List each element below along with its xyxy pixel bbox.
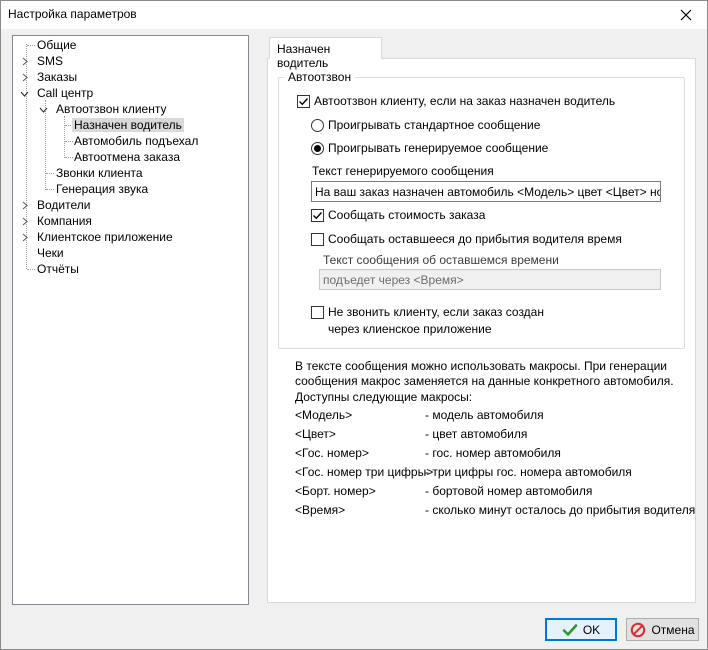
tree-item-driver-assigned[interactable]: Назначен водитель <box>72 117 184 133</box>
tree-item-autocall[interactable]: Автоотзвон клиенту <box>54 101 168 117</box>
generated-message-label: Текст генерируемого сообщения <box>312 164 494 178</box>
tab-label: Назначен водитель <box>277 42 331 70</box>
radio-label: Проигрывать стандартное сообщение <box>328 118 541 132</box>
cancel-button[interactable]: Отмена <box>626 618 699 641</box>
cancel-icon <box>630 622 646 638</box>
tree-item-label: Клиентское приложение <box>37 230 173 244</box>
ok-label: OK <box>582 622 601 637</box>
chevron-right-icon[interactable] <box>20 217 29 226</box>
chevron-right-icon[interactable] <box>20 73 29 82</box>
tree-item-orders[interactable]: Заказы <box>35 69 79 85</box>
tree-item-label: Заказы <box>37 70 78 84</box>
macro-name: <Модель> <box>295 408 353 422</box>
chevron-down-icon[interactable] <box>20 89 29 98</box>
chevron-right-icon[interactable] <box>20 233 29 242</box>
macro-name: <Гос. номер> <box>295 446 369 460</box>
settings-dialog: Настройка параметров Общие SMS Заказы Ca… <box>0 0 708 650</box>
autocall-checkbox[interactable]: Автоотзвон клиенту, если на заказ назнач… <box>297 94 615 108</box>
help-line: Доступны следующие макросы: <box>295 390 473 404</box>
radio-dot <box>314 144 321 152</box>
tree-item-label: Назначен водитель <box>72 118 184 132</box>
settings-tree[interactable]: Общие SMS Заказы Call центр Автоотзвон к… <box>12 35 249 605</box>
macro-desc: - бортовой номер автомобиля <box>425 484 593 498</box>
no-call-checkbox[interactable]: Не звонить клиенту, если заказ создан <box>311 305 544 319</box>
help-line: сообщения макрос заменяется на данные ко… <box>295 374 674 388</box>
macro-name: <Гос. номер три цифры> <box>295 465 434 479</box>
tree-item-label: Звонки клиента <box>56 166 143 180</box>
chevron-right-icon[interactable] <box>20 201 29 210</box>
tree-connector <box>46 189 54 190</box>
chevron-right-icon[interactable] <box>20 57 29 66</box>
macro-desc: - модель автомобиля <box>425 408 544 422</box>
radio-circle <box>311 141 324 155</box>
tree-item-car-arrived[interactable]: Автомобиль подъехал <box>72 133 200 149</box>
tree-item-label: Call центр <box>37 86 94 100</box>
tree-item-client-calls[interactable]: Звонки клиента <box>54 165 145 181</box>
checkbox-label: Сообщать стоимость заказа <box>328 208 486 222</box>
checkbox-label: Автоотзвон клиенту, если на заказ назнач… <box>314 94 616 108</box>
macro-name: <Время> <box>295 503 346 517</box>
macro-desc: - цвет автомобиля <box>425 427 528 441</box>
tree-connector <box>27 269 35 270</box>
tree-connector <box>27 45 35 46</box>
time-message-label: Текст сообщения об оставшемся времени <box>323 253 559 267</box>
tree-item-label: Отчёты <box>37 262 79 276</box>
checkbox-label: Не звонить клиенту, если заказ создан <box>328 305 544 319</box>
radio-circle <box>311 118 324 132</box>
checkbox-box <box>311 305 324 319</box>
generated-message-input[interactable]: На ваш заказ назначен автомобиль <Модель… <box>311 181 661 202</box>
checkmark-icon <box>562 622 578 638</box>
groupbox-title: Автоотзвон <box>284 70 356 84</box>
macro-desc: - сколько минут осталось до прибытия вод… <box>425 503 696 517</box>
tree-item-company[interactable]: Компания <box>35 213 94 229</box>
no-call-label-line2: через клиенское приложение <box>328 322 492 336</box>
report-time-checkbox[interactable]: Сообщать оставшееся до прибытия водителя… <box>311 232 622 246</box>
macro-desc: - три цифры гос. номера автомобиля <box>425 465 632 479</box>
tree-item-receipts[interactable]: Чеки <box>35 245 66 261</box>
ok-button[interactable]: OK <box>545 618 617 641</box>
tree-item-label: Водители <box>37 198 91 212</box>
checkbox-box <box>311 232 324 246</box>
tree-item-label: Чеки <box>37 246 64 260</box>
window-title: Настройка параметров <box>8 7 137 21</box>
tree-item-call-center[interactable]: Call центр <box>35 85 95 101</box>
time-message-input[interactable]: подъедет через <Время> <box>319 269 661 290</box>
checkbox-box <box>297 94 310 108</box>
tree-item-label: Автомобиль подъехал <box>74 134 199 148</box>
tree-connector <box>46 173 54 174</box>
radio-label: Проигрывать генерируемое сообщение <box>328 141 549 155</box>
tab-driver-assigned[interactable]: Назначен водитель <box>269 37 382 70</box>
radio-standard-message[interactable]: Проигрывать стандартное сообщение <box>311 118 540 132</box>
tree-item-label: Автоотмена заказа <box>74 150 181 164</box>
title-bar: Настройка параметров <box>1 1 707 29</box>
checkbox-box <box>311 208 324 222</box>
radio-generated-message[interactable]: Проигрывать генерируемое сообщение <box>311 141 548 155</box>
cancel-label: Отмена <box>651 622 695 637</box>
macro-desc: - гос. номер автомобиля <box>425 446 561 460</box>
tree-item-reports[interactable]: Отчёты <box>35 261 81 277</box>
tree-connector <box>64 116 65 158</box>
close-button[interactable] <box>671 3 701 27</box>
tree-item-drivers[interactable]: Водители <box>35 197 92 213</box>
tree-item-sound-generation[interactable]: Генерация звука <box>54 181 150 197</box>
tree-item-label: SMS <box>37 54 64 68</box>
close-icon <box>680 9 692 21</box>
chevron-down-icon[interactable] <box>39 105 48 114</box>
tree-item-client-app[interactable]: Клиентское приложение <box>35 229 175 245</box>
report-cost-checkbox[interactable]: Сообщать стоимость заказа <box>311 208 485 222</box>
help-line: В тексте сообщения можно использовать ма… <box>295 359 668 373</box>
tree-item-label: Автоотзвон клиенту <box>56 102 167 116</box>
checkbox-label: Сообщать оставшееся до прибытия водителя… <box>328 232 622 246</box>
tree-item-auto-cancel[interactable]: Автоотмена заказа <box>72 149 182 165</box>
tree-item-general[interactable]: Общие <box>35 37 78 53</box>
tree-item-label: Генерация звука <box>56 182 149 196</box>
macro-name: <Цвет> <box>295 427 336 441</box>
tree-item-sms[interactable]: SMS <box>35 53 65 69</box>
tree-item-label: Общие <box>37 38 77 52</box>
checkmark-icon <box>313 211 323 219</box>
checkmark-icon <box>299 97 309 105</box>
tree-item-label: Компания <box>37 214 92 228</box>
macro-name: <Борт. номер> <box>295 484 376 498</box>
